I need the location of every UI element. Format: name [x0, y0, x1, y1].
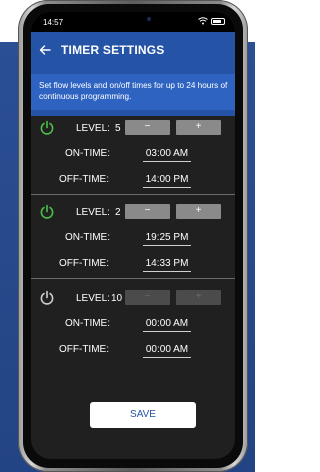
status-icons — [198, 17, 225, 25]
level-plus-button[interactable]: + — [176, 204, 221, 219]
level-minus-button[interactable]: − — [125, 204, 170, 219]
battery-icon — [211, 17, 225, 25]
off-time-label: OFF-TIME: — [59, 258, 109, 269]
group-divider — [31, 194, 235, 195]
camera-dot — [147, 17, 151, 21]
status-time: 14:57 — [43, 18, 64, 27]
page-title: TIMER SETTINGS — [61, 43, 165, 57]
power-icon[interactable] — [39, 120, 55, 136]
wifi-icon — [198, 17, 208, 25]
header: TIMER SETTINGS Set flow levels and on/of… — [31, 32, 235, 116]
off-time-value[interactable]: 14:33 PM — [143, 258, 191, 272]
level-minus-button[interactable]: − — [125, 120, 170, 135]
notch — [85, 12, 181, 30]
level-label: LEVEL: — [76, 123, 110, 134]
level-minus-button[interactable]: − — [125, 290, 170, 305]
level-value: 10 — [111, 293, 123, 304]
save-button[interactable]: SAVE — [90, 402, 196, 428]
app-screen: 14:57 TIMER SETTINGS Set flow levels and… — [31, 12, 235, 459]
off-time-label: OFF-TIME: — [59, 344, 109, 355]
level-plus-button[interactable]: + — [176, 120, 221, 135]
off-time-label: OFF-TIME: — [59, 174, 109, 185]
on-time-value[interactable]: 00:00 AM — [143, 318, 191, 332]
status-bar: 14:57 — [31, 12, 235, 32]
level-value: 2 — [115, 207, 121, 218]
on-time-value[interactable]: 19:25 PM — [143, 232, 191, 246]
level-value: 5 — [115, 123, 121, 134]
level-label: LEVEL: — [76, 293, 110, 304]
power-icon[interactable] — [39, 290, 55, 306]
on-time-label: ON-TIME: — [65, 148, 110, 159]
on-time-value[interactable]: 03:00 AM — [143, 148, 191, 162]
off-time-value[interactable]: 00:00 AM — [143, 344, 191, 358]
off-time-value[interactable]: 14:00 PM — [143, 174, 191, 188]
phone-bezel: 14:57 TIMER SETTINGS Set flow levels and… — [23, 4, 243, 468]
back-arrow-icon[interactable] — [37, 42, 53, 58]
phone-frame: 14:57 TIMER SETTINGS Set flow levels and… — [18, 0, 248, 472]
on-time-label: ON-TIME: — [65, 232, 110, 243]
level-label: LEVEL: — [76, 207, 110, 218]
page-subtitle: Set flow levels and on/off times for up … — [31, 74, 235, 110]
power-icon[interactable] — [39, 204, 55, 220]
group-divider — [31, 278, 235, 279]
on-time-label: ON-TIME: — [65, 318, 110, 329]
level-plus-button[interactable]: + — [176, 290, 221, 305]
